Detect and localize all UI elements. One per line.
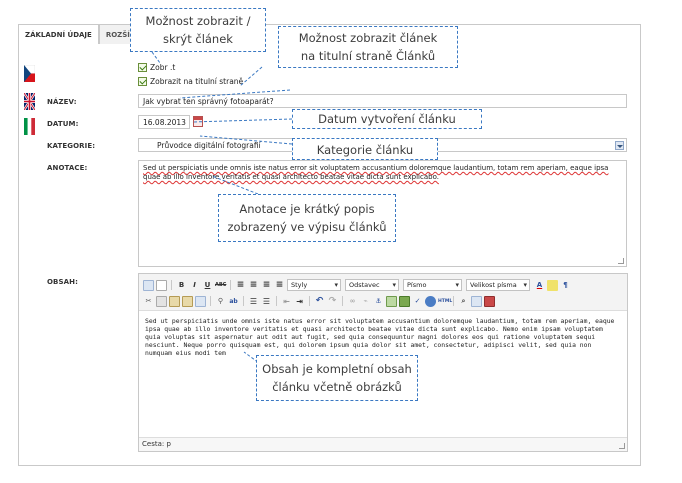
callout-content-line2: článku včetně obrázků — [272, 380, 402, 394]
toolbar-separator — [276, 296, 277, 306]
image-icon[interactable] — [386, 295, 397, 307]
media-icon[interactable] — [484, 295, 495, 307]
callout-show-hide: Možnost zobrazit / skrýt článek — [130, 8, 266, 52]
align-center-icon[interactable]: ≡ — [248, 280, 259, 291]
source-icon[interactable] — [143, 279, 154, 291]
toolbar-row-2: ✂ ⚲ ab ☰ ☰ ⇤ ⇥ ↶ ↷ ∞ ⌁ ⚓ ✓ HTML ⌕ — [143, 294, 495, 308]
show-article-checkbox[interactable] — [138, 63, 147, 72]
find-icon[interactable]: ⚲ — [215, 296, 226, 307]
callout-category: Kategorie článku — [292, 138, 438, 160]
element-path[interactable]: Cesta: p — [142, 440, 171, 448]
resize-grip-icon[interactable] — [619, 443, 625, 449]
italic-icon[interactable]: I — [189, 280, 200, 291]
callout-category-text: Kategorie článku — [316, 143, 414, 157]
show-article-label: Zobr .t — [150, 63, 176, 72]
toolbar-separator — [210, 296, 211, 306]
styles-select[interactable]: Styly — [287, 279, 341, 291]
homepage-checkbox-row[interactable]: Zobrazit na titulní straně — [138, 77, 243, 86]
strikethrough-icon[interactable]: ABC — [215, 280, 226, 291]
category-select-value: Průvodce digitální fotografií — [157, 140, 261, 150]
callout-annotation-line1: Anotace je krátký popis — [239, 202, 375, 216]
annotation-label: ANOTACE: — [47, 164, 88, 172]
numbered-list-icon[interactable]: ☰ — [248, 296, 259, 307]
paste-text-icon[interactable] — [182, 295, 193, 307]
callout-content: Obsah je kompletní obsah článku včetně o… — [256, 355, 418, 401]
copy-icon[interactable] — [156, 295, 167, 307]
callout-show-hide-line2: skrýt článek — [163, 32, 233, 46]
align-right-icon[interactable]: ≡ — [261, 280, 272, 291]
replace-icon[interactable]: ab — [228, 296, 239, 307]
help-icon[interactable] — [425, 295, 436, 307]
toolbar-row-1: B I U ABC ≡ ≡ ≡ ≡ Styly Odstavec Písmo V… — [143, 278, 571, 292]
highlight-color-icon[interactable] — [547, 279, 558, 291]
text-direction-icon[interactable]: ¶ — [560, 280, 571, 291]
html-icon[interactable]: HTML — [438, 296, 452, 307]
toolbar-separator — [243, 296, 244, 306]
align-left-icon[interactable]: ≡ — [235, 280, 246, 291]
editor-content[interactable]: Sed ut perspiciatis unde omnis iste natu… — [145, 317, 620, 357]
callout-annotation: Anotace je krátký popis zobrazený ve výp… — [218, 194, 396, 242]
homepage-checkbox[interactable] — [138, 77, 147, 86]
callout-date: Datum vytvoření článku — [292, 109, 482, 129]
callout-homepage-line1: Možnost zobrazit článek — [298, 31, 438, 45]
outdent-icon[interactable]: ⇤ — [281, 296, 292, 307]
toolbar-separator — [309, 296, 310, 306]
toolbar-separator — [453, 296, 454, 306]
preview-icon[interactable]: ⌕ — [458, 296, 469, 307]
editor-toolbar: B I U ABC ≡ ≡ ≡ ≡ Styly Odstavec Písmo V… — [139, 274, 627, 311]
tab-bar: ZÁKLADNÍ ÚDAJE ROZŠÍŘE — [18, 24, 148, 44]
undo-icon[interactable]: ↶ — [314, 296, 325, 307]
chevron-down-icon[interactable] — [615, 141, 624, 150]
editor-statusbar: Cesta: p — [139, 437, 627, 451]
toolbar-separator — [342, 296, 343, 306]
paste-word-icon[interactable] — [195, 295, 206, 307]
callout-homepage: Možnost zobrazit článek na titulní stran… — [278, 26, 458, 68]
font-select[interactable]: Písmo — [403, 279, 462, 291]
new-page-icon[interactable] — [156, 279, 167, 291]
name-input[interactable]: Jak vybrat ten správný fotoaparát? — [138, 94, 627, 108]
paste-icon[interactable] — [169, 295, 180, 307]
callout-show-hide-line1: Možnost zobrazit / — [145, 14, 251, 28]
italy-flag-icon[interactable] — [24, 118, 35, 135]
category-label: KATEGORIE: — [47, 142, 96, 150]
date-input-value: 16.08.2013 — [143, 117, 186, 127]
tab-basic-info[interactable]: ZÁKLADNÍ ÚDAJE — [18, 24, 99, 44]
calendar-icon[interactable] — [193, 116, 203, 127]
table-icon[interactable] — [399, 295, 410, 307]
resize-grip-icon[interactable] — [618, 258, 624, 264]
date-label: DATUM: — [47, 120, 79, 128]
czech-flag-icon[interactable] — [24, 65, 35, 82]
spellcheck-icon[interactable]: ✓ — [412, 296, 423, 307]
bold-icon[interactable]: B — [176, 280, 187, 291]
align-justify-icon[interactable]: ≡ — [274, 280, 285, 291]
toolbar-separator — [230, 280, 231, 290]
indent-icon[interactable]: ⇥ — [294, 296, 305, 307]
bullet-list-icon[interactable]: ☰ — [261, 296, 272, 307]
content-label: OBSAH: — [47, 278, 79, 286]
maximize-icon[interactable] — [471, 295, 482, 307]
name-input-value: Jak vybrat ten správný fotoaparát? — [143, 96, 274, 106]
name-label: NÁZEV: — [47, 98, 77, 106]
uk-flag-icon[interactable] — [24, 93, 35, 110]
underline-icon[interactable]: U — [202, 280, 213, 291]
font-size-select[interactable]: Velikost písma — [466, 279, 530, 291]
callout-annotation-line2: zobrazený ve výpisu článků — [227, 220, 387, 234]
anchor-icon[interactable]: ⚓ — [373, 296, 384, 307]
show-article-checkbox-row[interactable]: Zobr .t — [138, 63, 175, 72]
unlink-icon[interactable]: ⌁ — [360, 296, 371, 307]
text-color-icon[interactable]: A — [534, 280, 545, 291]
callout-content-line1: Obsah je kompletní obsah — [262, 362, 412, 376]
link-icon[interactable]: ∞ — [347, 296, 358, 307]
toolbar-separator — [171, 280, 172, 290]
callout-homepage-line2: na titulní straně Článků — [300, 49, 436, 63]
annotation-text: Sed ut perspiciatis unde omnis iste natu… — [143, 164, 609, 181]
redo-icon[interactable]: ↷ — [327, 296, 338, 307]
callout-date-text: Datum vytvoření článku — [318, 112, 456, 126]
cut-icon[interactable]: ✂ — [143, 296, 154, 307]
date-input[interactable]: 16.08.2013 — [138, 115, 190, 129]
homepage-label: Zobrazit na titulní straně — [150, 77, 244, 86]
format-select[interactable]: Odstavec — [345, 279, 399, 291]
